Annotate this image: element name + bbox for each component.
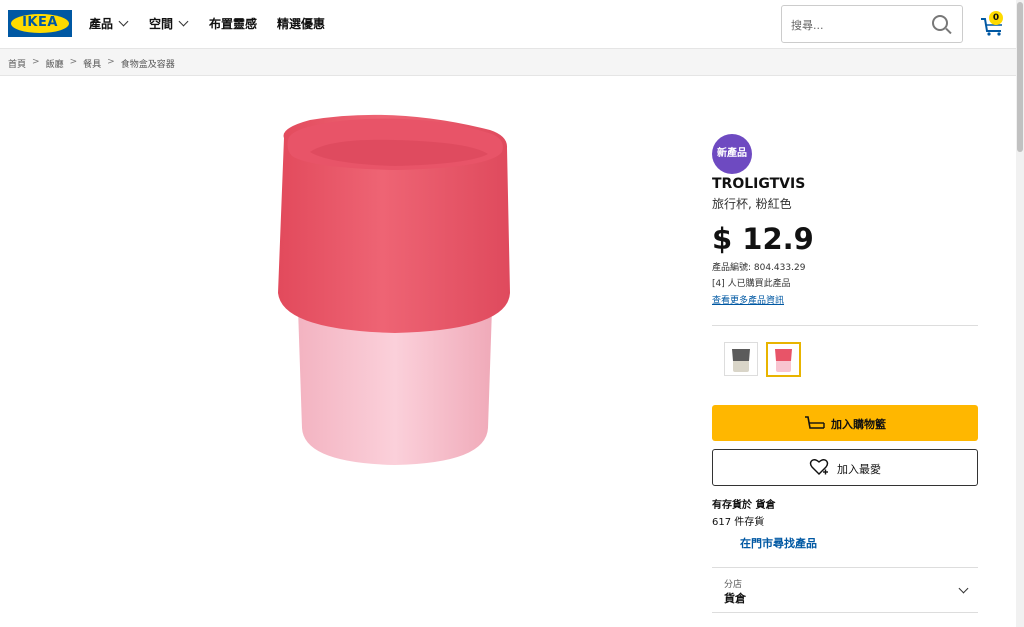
divider — [712, 325, 978, 326]
add-to-cart-label: 加入購物籃 — [831, 418, 886, 431]
new-product-badge: 新產品 — [712, 134, 752, 174]
breadcrumb-home[interactable]: 首頁 — [8, 57, 26, 70]
store-selector-label: 分店 — [724, 580, 743, 590]
divider — [712, 612, 978, 613]
chevron-down-icon[interactable] — [958, 583, 969, 594]
variant-swatch-pink[interactable] — [766, 342, 801, 377]
nav-inspiration-label: 布置靈感 — [209, 17, 258, 31]
add-to-favourites-label: 加入最愛 — [837, 463, 881, 476]
nav-offers[interactable]: 精選優惠 — [277, 15, 325, 32]
variant-swatch-grey[interactable] — [724, 342, 758, 376]
grey-cup-thumbnail — [732, 349, 750, 372]
product-sku: 產品編號: 804.433.29 — [712, 263, 806, 273]
logo-text: IKEA — [22, 15, 58, 30]
cart-count-badge: 0 — [989, 11, 1003, 25]
breadcrumb-tableware[interactable]: 餐具 — [83, 57, 101, 70]
product-name: TROLIGTVIS — [712, 176, 806, 192]
ikea-logo[interactable]: IKEA — [8, 10, 72, 37]
nav-rooms[interactable]: 空間 — [149, 15, 189, 32]
breadcrumb-separator: > — [107, 57, 115, 67]
cart-button[interactable]: 0 — [980, 11, 1006, 37]
product-price: $ 12.9 — [712, 222, 814, 256]
store-selector-value: 貨倉 — [724, 592, 746, 605]
chevron-down-icon — [118, 16, 129, 27]
stock-status: 有存貨於 貨倉 — [712, 500, 776, 511]
chevron-down-icon — [178, 16, 189, 27]
divider — [712, 567, 978, 568]
nav-products-label: 產品 — [89, 17, 114, 31]
product-image[interactable] — [270, 108, 520, 473]
breadcrumb-separator: > — [69, 57, 78, 67]
nav-inspiration[interactable]: 布置靈感 — [209, 15, 257, 32]
site-header: IKEA 產品 空間 布置靈感 精選優惠 搜尋... 0 — [0, 0, 1016, 49]
page-scrollbar[interactable] — [1016, 0, 1024, 627]
breadcrumb: 首頁 > 飯廳 > 餐具 > 食物盒及容器 — [0, 49, 1016, 76]
purchase-count: [4] 人已購買此產品 — [712, 279, 791, 289]
scrollbar-thumb[interactable] — [1017, 2, 1023, 152]
find-in-store-link[interactable]: 在門市尋找產品 — [740, 535, 817, 551]
breadcrumb-dining[interactable]: 飯廳 — [46, 57, 64, 70]
pink-cup-thumbnail — [775, 349, 792, 372]
nav-rooms-label: 空間 — [149, 17, 174, 31]
search-placeholder: 搜尋... — [791, 19, 824, 32]
search-input[interactable]: 搜尋... — [781, 5, 963, 43]
breadcrumb-separator: > — [32, 57, 40, 67]
cart-icon — [805, 416, 825, 429]
stock-count: 617 件存貨 — [712, 517, 765, 528]
nav-offers-label: 精選優惠 — [277, 17, 326, 31]
more-info-link[interactable]: 查看更多產品資訊 — [712, 293, 784, 306]
travel-cup-image — [278, 114, 510, 465]
product-description: 旅行杯, 粉紅色 — [712, 197, 792, 211]
breadcrumb-food-containers[interactable]: 食物盒及容器 — [121, 57, 175, 70]
nav-products[interactable]: 產品 — [89, 15, 129, 32]
add-to-favourites-button[interactable]: 加入最愛 — [712, 449, 978, 486]
add-to-cart-button[interactable]: 加入購物籃 — [712, 405, 978, 441]
heart-plus-icon — [809, 459, 829, 475]
search-icon[interactable] — [932, 15, 948, 31]
